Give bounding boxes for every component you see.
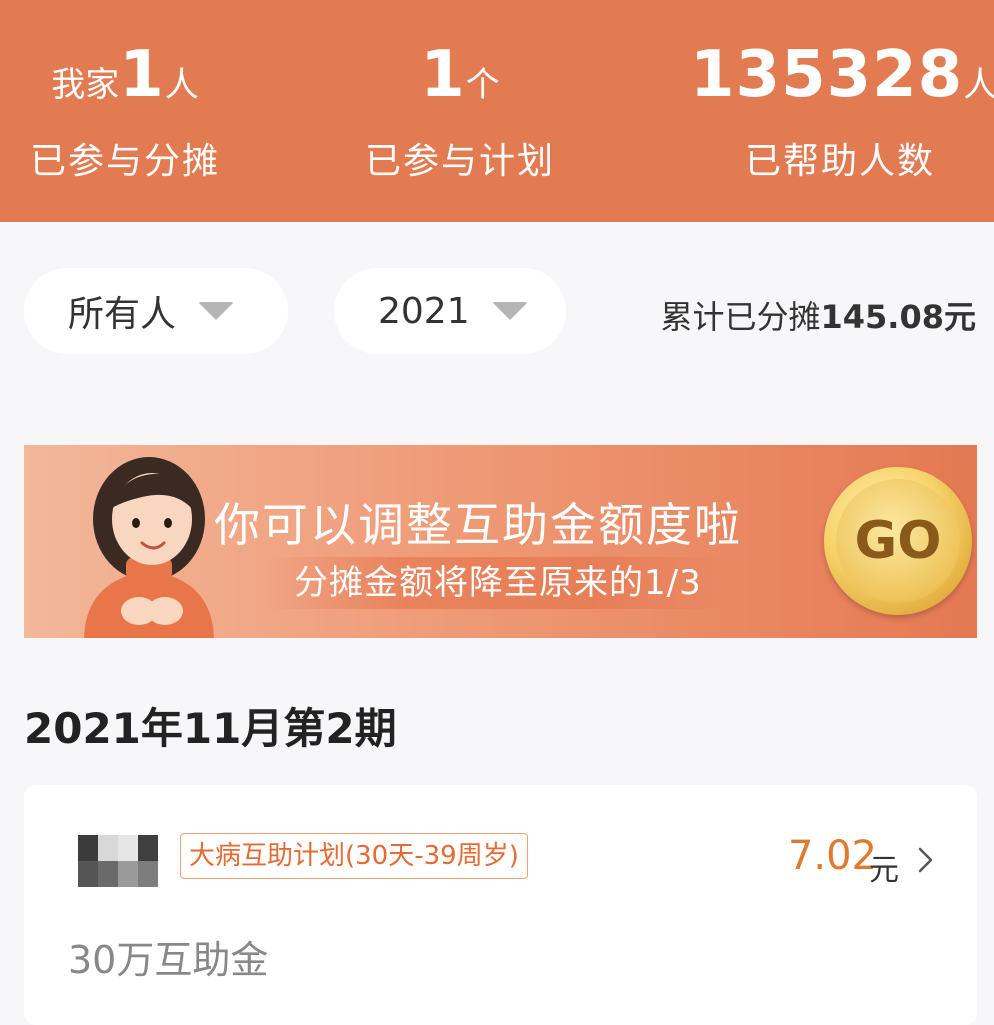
caret-down-icon <box>198 302 235 320</box>
stat-unit: 人 <box>164 65 199 105</box>
banner-title: 你可以调整互助金额度啦 <box>214 498 742 552</box>
stat-unit: 人 <box>963 65 994 105</box>
stat-number: 1 <box>420 38 466 112</box>
adjust-amount-banner[interactable]: 你可以调整互助金额度啦 分摊金额将降至原来的1/3 GO <box>24 445 977 638</box>
total-prefix: 累计已分摊 <box>660 298 821 336</box>
go-coin-icon[interactable]: GO <box>824 467 972 615</box>
contribution-card[interactable]: 大病互助计划(30天-39周岁) 7.02 元 30万互助金 <box>24 785 977 1025</box>
stat-number: 1 <box>119 38 165 112</box>
total-amount: 145.08元 <box>820 298 977 336</box>
person-filter-label: 所有人 <box>68 294 177 335</box>
period-title: 2021年11月第2期 <box>24 704 397 753</box>
avatar <box>78 835 160 887</box>
coverage-amount: 30万互助金 <box>68 938 269 982</box>
stat-label: 已参与分摊 <box>29 141 220 182</box>
stat-unit: 个 <box>465 65 500 105</box>
banner-subtitle: 分摊金额将降至原来的1/3 <box>264 557 732 609</box>
stat-label: 已帮助人数 <box>744 141 935 182</box>
filter-row: 所有人 2021 累计已分摊145.08元 <box>0 222 994 400</box>
girl-illustration-icon <box>84 457 214 638</box>
caret-down-icon <box>491 302 528 320</box>
chevron-right-icon[interactable] <box>915 845 937 875</box>
go-button-label: GO <box>836 479 960 603</box>
stat-label: 已参与计划 <box>364 141 555 182</box>
stat-number: 135328 <box>690 38 964 112</box>
amount-unit: 元 <box>869 853 899 888</box>
stat-prefix: 我家 <box>51 65 120 105</box>
contribution-amount: 7.02 <box>787 833 877 879</box>
year-filter-label: 2021 <box>378 290 470 332</box>
total-shared-amount: 累计已分摊145.08元 <box>660 292 976 338</box>
stats-header: 我家1人 已参与分摊 1个 已参与计划 135328人 已帮助人数 <box>0 0 994 222</box>
year-filter-dropdown[interactable]: 2021 <box>334 268 566 354</box>
person-filter-dropdown[interactable]: 所有人 <box>24 268 288 354</box>
plan-tag: 大病互助计划(30天-39周岁) <box>180 833 528 879</box>
